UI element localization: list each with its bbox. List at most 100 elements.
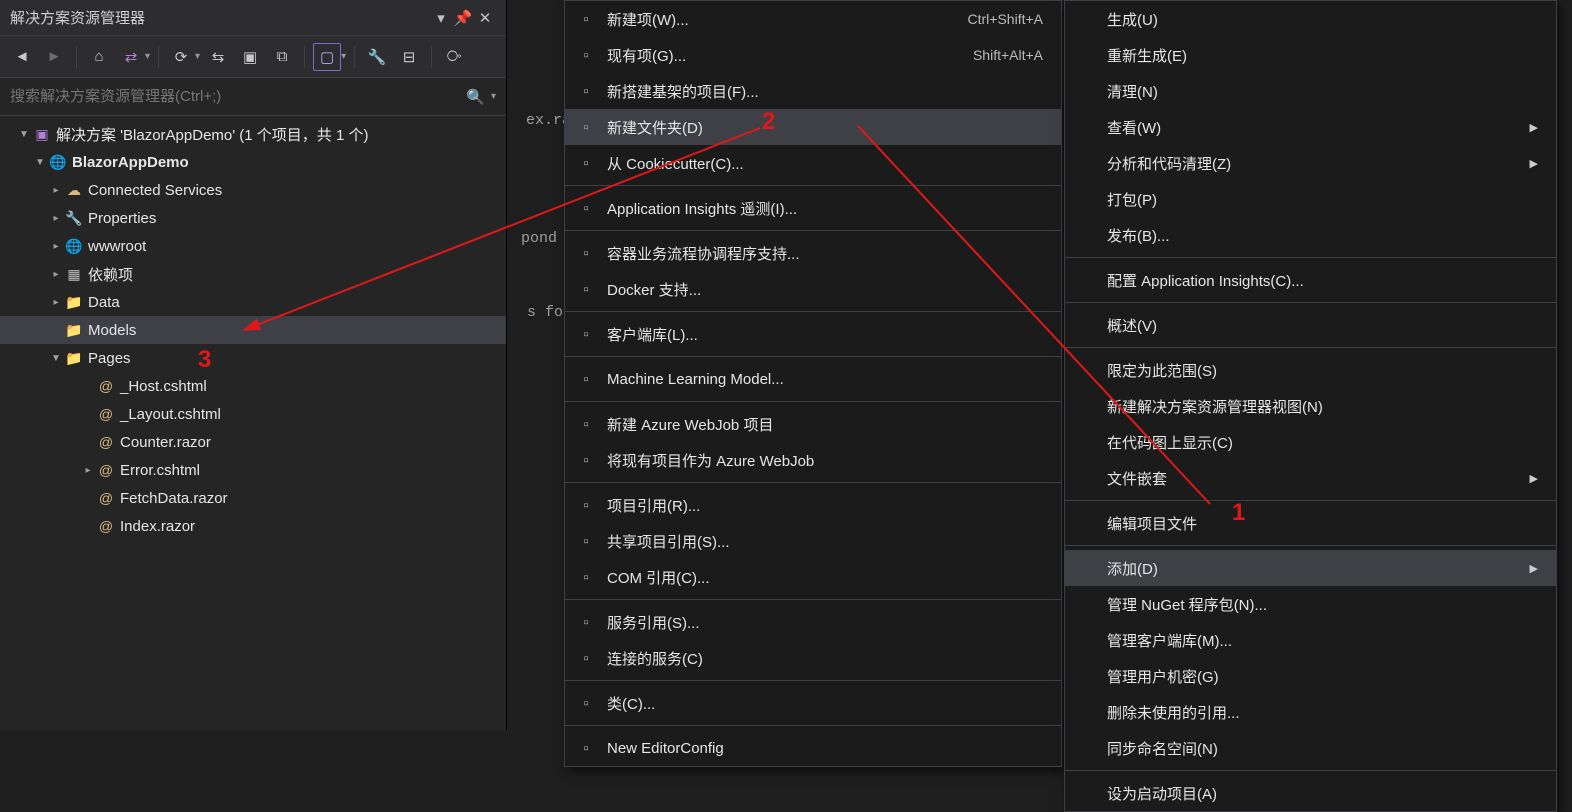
view-codemap-icon[interactable]: ⧂ [440, 43, 468, 71]
search-input[interactable] [10, 88, 466, 105]
submenu-item[interactable]: ▫客户端库(L)... [565, 316, 1061, 352]
context-menu-item[interactable]: 管理 NuGet 程序包(N)... [1065, 586, 1556, 622]
menu-item-label: 重新生成(E) [1107, 45, 1538, 66]
context-menu-item[interactable]: 设为启动项目(A) [1065, 775, 1556, 811]
dropdown-icon[interactable]: ▾ [195, 51, 200, 62]
menu-item-label: 连接的服务(C) [607, 648, 1043, 669]
tree-item-connected-services[interactable]: ▸ ☁ Connected Services [0, 176, 506, 204]
context-menu-item[interactable]: 重新生成(E) [1065, 37, 1556, 73]
menu-item-label: 生成(U) [1107, 9, 1538, 30]
project-label: BlazorAppDemo [72, 154, 189, 171]
tree-item-label: _Layout.cshtml [120, 406, 221, 423]
tree-item-label: Pages [88, 350, 131, 367]
submenu-item[interactable]: ▫新建文件夹(D) [565, 109, 1061, 145]
dropdown-icon[interactable]: ▾ [491, 91, 496, 102]
tree-item-data[interactable]: ▸ 📁 Data [0, 288, 506, 316]
switch-views-icon[interactable]: ⇄ [117, 43, 145, 71]
menu-item-icon: ▫ [565, 416, 607, 433]
submenu-item[interactable]: ▫COM 引用(C)... [565, 559, 1061, 595]
context-menu-item[interactable]: 发布(B)... [1065, 217, 1556, 253]
context-menu-item[interactable]: 管理客户端库(M)... [1065, 622, 1556, 658]
tree-file-error[interactable]: ▸ @ Error.cshtml [0, 456, 506, 484]
properties-icon[interactable]: 🔧 [363, 43, 391, 71]
submenu-item[interactable]: ▫从 Cookiecutter(C)... [565, 145, 1061, 181]
solution-node[interactable]: ▼ ▣ 解决方案 'BlazorAppDemo' (1 个项目，共 1 个) [0, 120, 506, 148]
submenu-item[interactable]: ▫项目引用(R)... [565, 487, 1061, 523]
context-menu-item[interactable]: 添加(D)▶ [1065, 550, 1556, 586]
submenu-item[interactable]: ▫类(C)... [565, 685, 1061, 721]
tree-item-wwwroot[interactable]: ▸ 🌐 wwwroot [0, 232, 506, 260]
context-menu-item[interactable]: 删除未使用的引用... [1065, 694, 1556, 730]
submenu-item[interactable]: ▫将现有项目作为 Azure WebJob [565, 442, 1061, 478]
context-menu-item[interactable]: 查看(W)▶ [1065, 109, 1556, 145]
context-menu-item[interactable]: 清理(N) [1065, 73, 1556, 109]
project-node[interactable]: ▼ 🌐 BlazorAppDemo [0, 148, 506, 176]
tree-item-models[interactable]: ▸ 📁 Models [0, 316, 506, 344]
context-menu-item[interactable]: 分析和代码清理(Z)▶ [1065, 145, 1556, 181]
submenu-item[interactable]: ▫新建项(W)...Ctrl+Shift+A [565, 1, 1061, 37]
pin-icon[interactable]: 📌 [452, 9, 474, 27]
submenu-item[interactable]: ▫新建 Azure WebJob 项目 [565, 406, 1061, 442]
tree-item-dependencies[interactable]: ▸ ▦ 依赖项 [0, 260, 506, 288]
filter-icon[interactable]: ⇆ [204, 43, 232, 71]
preview-selected-icon[interactable]: ▢ [313, 43, 341, 71]
tree-item-pages[interactable]: ▼ 📁 Pages [0, 344, 506, 372]
context-menu-item[interactable]: 打包(P) [1065, 181, 1556, 217]
search-bar[interactable]: 🔍 ▾ [0, 78, 506, 116]
context-menu-item[interactable]: 在代码图上显示(C) [1065, 424, 1556, 460]
context-menu-item[interactable]: 管理用户机密(G) [1065, 658, 1556, 694]
tree-item-label: Connected Services [88, 182, 222, 199]
menu-item-label: 发布(B)... [1107, 225, 1538, 246]
submenu-arrow-icon: ▶ [1522, 562, 1538, 575]
tree-item-properties[interactable]: ▸ 🔧 Properties [0, 204, 506, 232]
submenu-item[interactable]: ▫新搭建基架的项目(F)... [565, 73, 1061, 109]
folder-icon: 📁 [64, 350, 84, 367]
context-menu-item[interactable]: 新建解决方案资源管理器视图(N) [1065, 388, 1556, 424]
tree-file-index[interactable]: @ Index.razor [0, 512, 506, 540]
show-all-files-icon[interactable]: ▣ [236, 43, 264, 71]
tree-file-counter[interactable]: @ Counter.razor [0, 428, 506, 456]
solution-explorer-panel: 解决方案资源管理器 ▾ 📌 ✕ ◄ ► ⌂ ⇄ ▾ ⟳ ▾ ⇆ ▣ ⧉ ▢ ▾ … [0, 0, 507, 730]
menu-item-icon: ▫ [565, 740, 607, 757]
submenu-item[interactable]: ▫Machine Learning Model... [565, 361, 1061, 397]
tree-item-label: Index.razor [120, 518, 195, 535]
context-menu-item[interactable]: 配置 Application Insights(C)... [1065, 262, 1556, 298]
forward-icon: ► [40, 43, 68, 71]
submenu-item[interactable]: ▫现有项(G)...Shift+Alt+A [565, 37, 1061, 73]
home-icon[interactable]: ⌂ [85, 43, 113, 71]
submenu-item[interactable]: ▫Docker 支持... [565, 271, 1061, 307]
context-menu-item[interactable]: 概述(V) [1065, 307, 1556, 343]
menu-item-label: 文件嵌套 [1107, 468, 1522, 489]
submenu-item[interactable]: ▫连接的服务(C) [565, 640, 1061, 676]
context-menu-item[interactable]: 生成(U) [1065, 1, 1556, 37]
submenu-item[interactable]: ▫容器业务流程协调程序支持... [565, 235, 1061, 271]
tree-file-host[interactable]: @ _Host.cshtml [0, 372, 506, 400]
panel-title-text: 解决方案资源管理器 [10, 7, 145, 28]
submenu-item[interactable]: ▫共享项目引用(S)... [565, 523, 1061, 559]
menu-item-label: 同步命名空间(N) [1107, 738, 1538, 759]
close-icon[interactable]: ✕ [474, 9, 496, 27]
context-menu-item[interactable]: 编辑项目文件 [1065, 505, 1556, 541]
sync-icon[interactable]: ⟳ [167, 43, 195, 71]
dropdown-icon[interactable]: ▾ [341, 51, 346, 62]
submenu-item[interactable]: ▫服务引用(S)... [565, 604, 1061, 640]
context-menu-item[interactable]: 文件嵌套▶ [1065, 460, 1556, 496]
tree-file-layout[interactable]: @ _Layout.cshtml [0, 400, 506, 428]
tree-item-label: _Host.cshtml [120, 378, 207, 395]
collapse-all-icon[interactable]: ⧉ [268, 43, 296, 71]
nest-files-icon[interactable]: ⊟ [395, 43, 423, 71]
menu-item-label: 容器业务流程协调程序支持... [607, 243, 1043, 264]
menu-item-label: Machine Learning Model... [607, 371, 1043, 388]
submenu-item[interactable]: ▫Application Insights 遥测(I)... [565, 190, 1061, 226]
tree-item-label: 依赖项 [88, 264, 133, 285]
submenu-item[interactable]: ▫New EditorConfig [565, 730, 1061, 766]
tree-file-fetchdata[interactable]: @ FetchData.razor [0, 484, 506, 512]
context-menu-item[interactable]: 限定为此范围(S) [1065, 352, 1556, 388]
tree-item-label: wwwroot [88, 238, 146, 255]
context-menu-item[interactable]: 同步命名空间(N) [1065, 730, 1556, 766]
dropdown-icon[interactable]: ▾ [145, 51, 150, 62]
wrench-icon: 🔧 [64, 210, 84, 227]
search-icon[interactable]: 🔍 [466, 88, 485, 106]
dropdown-icon[interactable]: ▾ [430, 9, 452, 27]
back-icon[interactable]: ◄ [8, 43, 36, 71]
